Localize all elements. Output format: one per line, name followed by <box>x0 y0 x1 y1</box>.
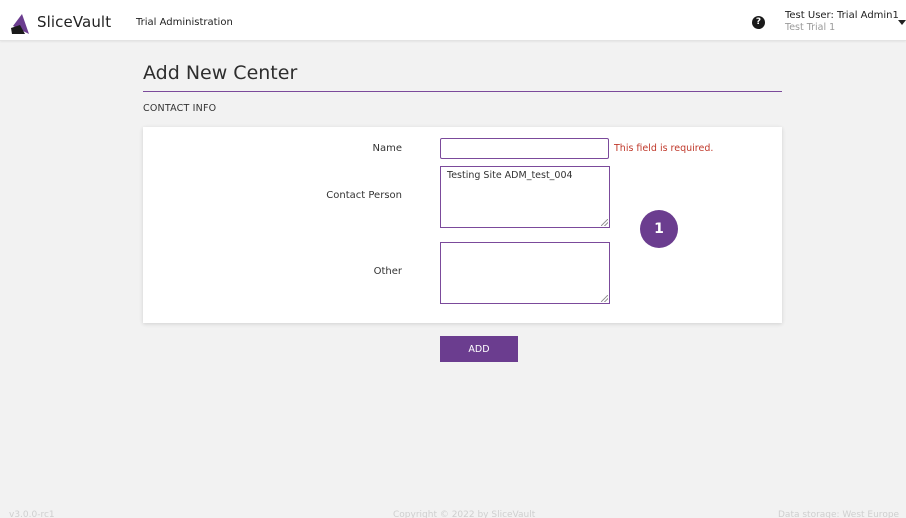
top-navigation-bar: SliceVault Trial Administration ? Test U… <box>0 0 906 41</box>
name-error-message: This field is required. <box>614 143 714 154</box>
user-trial: Test Trial 1 <box>785 22 836 33</box>
footer-version: v3.0.0-rc1 <box>9 510 55 518</box>
footer-copyright: Copyright © 2022 by SliceVault <box>393 510 536 518</box>
footer-data-storage: Data storage: West Europe <box>778 510 900 518</box>
title-divider <box>143 91 782 92</box>
page-title: Add New Center <box>143 62 298 84</box>
add-button[interactable]: ADD <box>440 336 518 362</box>
nav-link-trial-administration[interactable]: Trial Administration <box>136 17 233 28</box>
step-number-badge: 1 <box>640 210 678 248</box>
contact-person-textarea[interactable]: Testing Site ADM_test_004 <box>440 166 610 228</box>
other-textarea[interactable] <box>440 242 610 304</box>
user-menu[interactable]: Test User: Trial Admin1 Test Trial 1 <box>785 10 899 33</box>
name-label: Name <box>372 143 402 154</box>
footer: v3.0.0-rc1 Copyright © 2022 by SliceVaul… <box>0 508 906 518</box>
app-name[interactable]: SliceVault <box>37 13 111 31</box>
help-icon[interactable]: ? <box>752 16 765 29</box>
resize-handle-icon[interactable] <box>601 295 608 302</box>
contact-person-label: Contact Person <box>326 190 402 201</box>
resize-handle-icon[interactable] <box>601 219 608 226</box>
slicevault-logo-icon[interactable] <box>10 13 32 35</box>
user-name: Test User: Trial Admin1 <box>785 10 899 21</box>
name-input[interactable] <box>440 138 609 159</box>
other-label: Other <box>373 266 402 277</box>
chevron-down-icon[interactable] <box>898 20 906 25</box>
section-label-contact-info: CONTACT INFO <box>143 103 217 114</box>
contact-person-value: Testing Site ADM_test_004 <box>447 170 573 181</box>
